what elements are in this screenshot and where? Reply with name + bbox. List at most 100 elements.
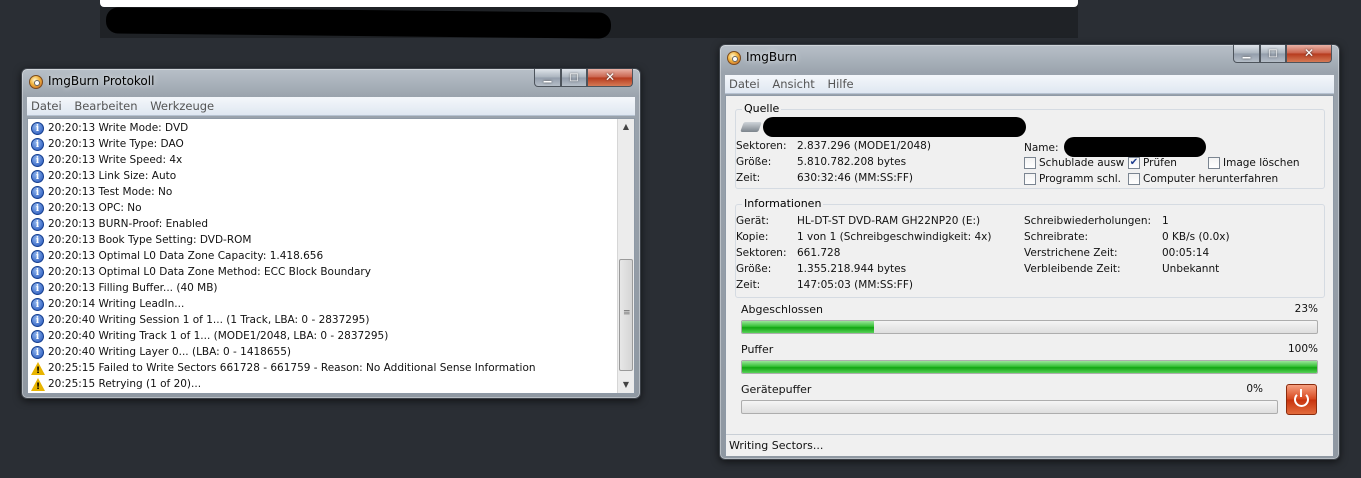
remaining-label: Verbleibende Zeit: bbox=[1024, 263, 1121, 275]
minimize-button[interactable]: ▁ bbox=[534, 69, 561, 87]
buffer-progress-fill bbox=[742, 361, 1317, 373]
log-line-text: 20:20:40 Writing Layer 0... (LBA: 0 - 14… bbox=[48, 346, 292, 358]
scroll-thumb[interactable] bbox=[619, 259, 633, 371]
write-rate-label: Schreibrate: bbox=[1024, 231, 1089, 243]
checkbox-box[interactable] bbox=[1208, 157, 1220, 169]
log-line[interactable]: i 20:20:13 Write Type: DAO bbox=[28, 136, 634, 152]
source-sectors-value: 2.837.296 (MODE1/2048) bbox=[797, 140, 931, 152]
imgburn-app-icon bbox=[29, 75, 43, 89]
menu-datei[interactable]: Datei bbox=[31, 97, 62, 115]
source-size-value: 5.810.782.208 bytes bbox=[797, 156, 907, 168]
shutdown-checkbox[interactable]: Computer herunterfahren bbox=[1128, 173, 1278, 185]
source-name-label: Name: bbox=[1024, 142, 1059, 154]
source-group-title: Quelle bbox=[742, 102, 782, 115]
log-line[interactable]: i 20:20:13 OPC: No bbox=[28, 200, 634, 216]
log-line-text: 20:20:13 Filling Buffer... (40 MB) bbox=[48, 282, 218, 294]
device-buffer-label: Gerätepuffer bbox=[741, 383, 812, 396]
drive-icon bbox=[740, 122, 762, 132]
log-line[interactable]: i 20:20:13 Optimal L0 Data Zone Method: E… bbox=[28, 264, 634, 280]
minimize-button[interactable]: ▁ bbox=[1233, 45, 1260, 63]
background-window-edge bbox=[100, 0, 1078, 7]
maximize-button[interactable]: □ bbox=[1260, 45, 1286, 63]
checkbox-box-checked[interactable]: ✔ bbox=[1128, 157, 1140, 169]
imgburn-app-icon bbox=[727, 51, 741, 65]
log-line-text: 20:20:13 Optimal L0 Data Zone Capacity: … bbox=[48, 250, 324, 262]
info-time-value: 147:05:03 (MM:SS:FF) bbox=[797, 279, 913, 291]
log-line[interactable]: i 20:20:13 Write Mode: DVD bbox=[28, 120, 634, 136]
close-program-checkbox[interactable]: Programm schl. bbox=[1024, 173, 1121, 185]
log-line-text: 20:20:13 Optimal L0 Data Zone Method: EC… bbox=[48, 266, 371, 278]
source-time-value: 630:32:46 (MM:SS:FF) bbox=[797, 172, 913, 184]
redaction bbox=[763, 117, 1026, 137]
source-size-label: Größe: bbox=[736, 156, 772, 168]
log-line[interactable]: i 20:20:40 Writing Session 1 of 1... (1 T… bbox=[28, 312, 634, 328]
menu-bearbeiten[interactable]: Bearbeiten bbox=[74, 97, 137, 115]
log-line[interactable]: i 20:20:13 Filling Buffer... (40 MB) bbox=[28, 280, 634, 296]
device-buffer-percent: 0% bbox=[1246, 383, 1263, 395]
menu-ansicht[interactable]: Ansicht bbox=[772, 75, 814, 93]
scroll-up-arrow-icon[interactable]: ▲ bbox=[618, 119, 634, 135]
log-line[interactable]: i 20:20:13 Optimal L0 Data Zone Capacity:… bbox=[28, 248, 634, 264]
info-icon: i bbox=[31, 233, 44, 247]
checkbox-box[interactable] bbox=[1024, 173, 1036, 185]
log-list[interactable]: i 20:20:13 Write Mode: DVD i 20:20:13 Write… bbox=[27, 118, 635, 394]
log-line-text: 20:25:15 Failed to Write Sectors 661728 … bbox=[48, 362, 536, 374]
log-line[interactable]: i 20:20:40 Writing Track 1 of 1... (MODE1… bbox=[28, 328, 634, 344]
elapsed-label: Verstrichene Zeit: bbox=[1024, 247, 1118, 259]
copy-value: 1 von 1 (Schreibgeschwindigkeit: 4x) bbox=[797, 231, 992, 243]
checkbox-box[interactable] bbox=[1024, 157, 1036, 169]
log-line[interactable]: i 20:20:13 BURN-Proof: Enabled bbox=[28, 216, 634, 232]
status-bar: Writing Sectors... bbox=[726, 434, 1333, 456]
log-line-text: 20:20:14 Writing LeadIn... bbox=[48, 298, 185, 310]
completed-label: Abgeschlossen bbox=[741, 303, 823, 316]
delete-image-checkbox[interactable]: Image löschen bbox=[1208, 157, 1300, 169]
log-line-text: 20:20:13 Write Speed: 4x bbox=[48, 154, 183, 166]
remaining-value: Unbekannt bbox=[1162, 263, 1220, 275]
log-line-text: 20:20:13 BURN-Proof: Enabled bbox=[48, 218, 209, 230]
checkbox-box[interactable] bbox=[1128, 173, 1140, 185]
imgburn-window: ImgBurn ▁ □ ✕ Datei Ansicht Hilfe Quelle… bbox=[719, 44, 1340, 460]
menu-werkzeuge[interactable]: Werkzeuge bbox=[150, 97, 214, 115]
log-scrollbar[interactable]: ▲ ▼ bbox=[617, 119, 634, 393]
info-icon: i bbox=[31, 281, 44, 295]
log-line[interactable]: i 20:20:13 Write Speed: 4x bbox=[28, 152, 634, 168]
maximize-button[interactable]: □ bbox=[561, 69, 587, 87]
cancel-button[interactable] bbox=[1286, 384, 1317, 415]
log-line[interactable]: i 20:20:40 Writing Layer 0... (LBA: 0 - 1… bbox=[28, 344, 634, 360]
completed-percent: 23% bbox=[1294, 303, 1318, 315]
verify-checkbox[interactable]: ✔ Prüfen bbox=[1128, 157, 1177, 169]
log-window-title: ImgBurn Protokoll bbox=[48, 74, 155, 88]
info-icon: i bbox=[31, 169, 44, 183]
log-line[interactable]: i 20:20:13 Test Mode: No bbox=[28, 184, 634, 200]
close-button[interactable]: ✕ bbox=[1286, 45, 1332, 63]
imgburn-client: Quelle Sektoren: 2.837.296 (MODE1/2048) … bbox=[725, 95, 1334, 456]
info-icon: i bbox=[31, 313, 44, 327]
device-value: HL-DT-ST DVD-RAM GH22NP20 (E:) bbox=[797, 215, 981, 227]
device-buffer-progress-bar bbox=[741, 400, 1278, 414]
buffer-percent: 100% bbox=[1287, 343, 1318, 355]
log-line[interactable]: 20:25:15 Retrying (1 of 20)... bbox=[28, 376, 634, 393]
verify-checkbox-label: Prüfen bbox=[1143, 157, 1177, 169]
scroll-down-arrow-icon[interactable]: ▼ bbox=[618, 377, 634, 393]
eject-checkbox[interactable]: Schublade ausw bbox=[1024, 157, 1124, 169]
log-line[interactable]: 20:25:15 Failed to Write Sectors 661728 … bbox=[28, 360, 634, 379]
menu-hilfe[interactable]: Hilfe bbox=[827, 75, 853, 93]
log-line[interactable]: i 20:20:13 Book Type Setting: DVD-ROM bbox=[28, 232, 634, 248]
menu-datei[interactable]: Datei bbox=[729, 75, 760, 93]
warning-icon bbox=[31, 377, 45, 393]
write-rate-value: 0 KB/s (0.0x) bbox=[1162, 231, 1230, 243]
info-icon: i bbox=[31, 121, 44, 135]
retries-value: 1 bbox=[1162, 215, 1169, 227]
log-menubar: Datei Bearbeiten Werkzeuge bbox=[27, 97, 635, 116]
log-line-text: 20:25:15 Retrying (1 of 20)... bbox=[48, 378, 202, 390]
log-line[interactable]: i 20:20:13 Link Size: Auto bbox=[28, 168, 634, 184]
log-line[interactable]: i 20:20:14 Writing LeadIn... bbox=[28, 296, 634, 312]
log-line-text: 20:20:13 Book Type Setting: DVD-ROM bbox=[48, 234, 252, 246]
source-sectors-label: Sektoren: bbox=[736, 140, 787, 152]
info-time-label: Zeit: bbox=[736, 279, 761, 291]
close-button[interactable]: ✕ bbox=[587, 69, 633, 87]
info-icon: i bbox=[31, 297, 44, 311]
retries-label: Schreibwiederholungen: bbox=[1024, 215, 1152, 227]
close-program-checkbox-label: Programm schl. bbox=[1039, 173, 1122, 185]
device-label: Gerät: bbox=[736, 215, 770, 227]
